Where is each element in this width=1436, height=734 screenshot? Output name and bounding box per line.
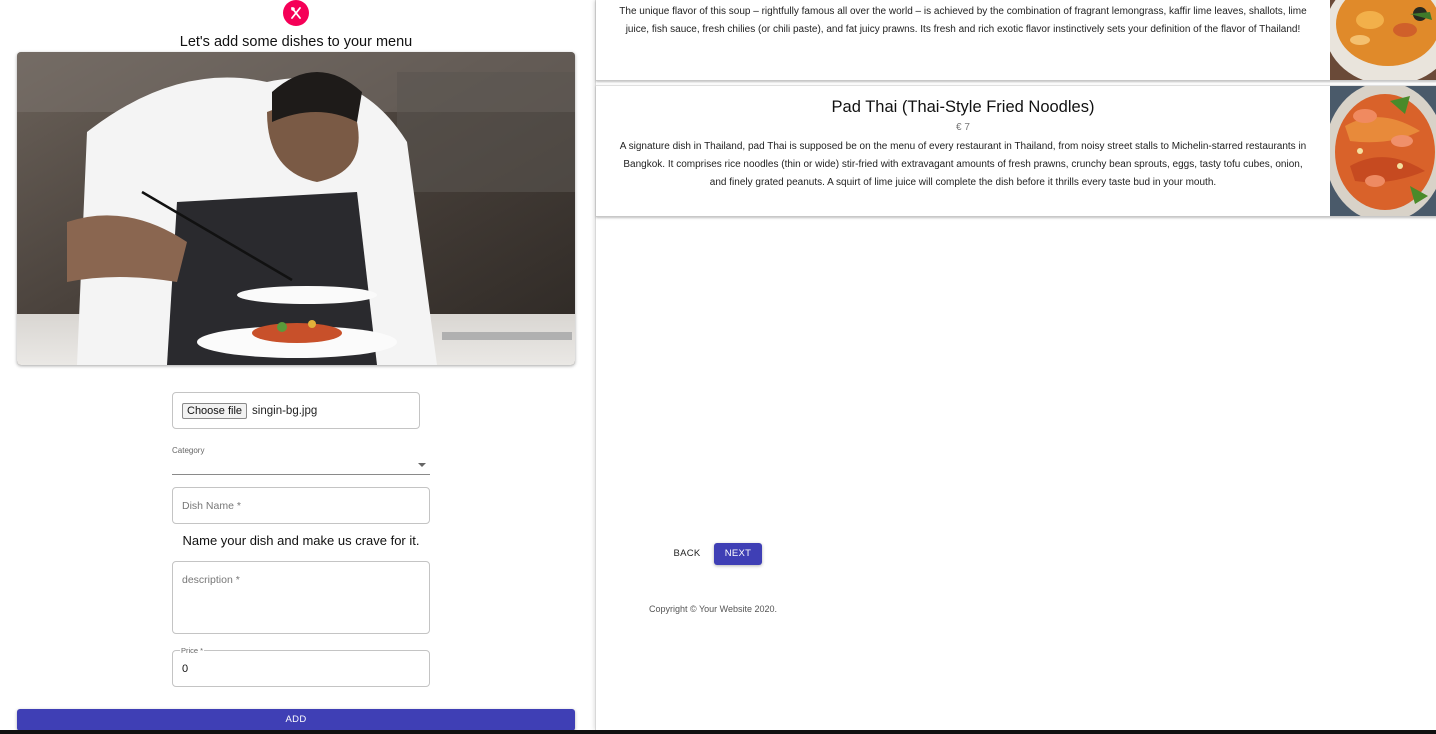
choose-file-button[interactable]: Choose file — [182, 402, 248, 419]
dish-name-hint: Name your dish and make us crave for it. — [182, 533, 420, 548]
menu-preview-panel: The unique flavor of this soup – rightfu… — [595, 0, 1436, 730]
file-upload-field[interactable]: Choose file singin-bg.jpg — [172, 392, 420, 429]
next-button[interactable]: NEXT — [714, 543, 762, 565]
cutlery-icon — [283, 0, 309, 26]
menu-card-price: € 7 — [956, 122, 970, 133]
dish-name-input[interactable]: Dish Name * — [172, 487, 430, 524]
back-button[interactable]: BACK — [667, 543, 707, 565]
chevron-down-icon — [418, 463, 426, 467]
add-dish-panel: Let's add some dishes to your menu Choos… — [0, 0, 595, 731]
menu-card-title: Pad Thai (Thai-Style Fried Noodles) — [831, 98, 1095, 116]
dish-name-placeholder: Dish Name * — [182, 500, 241, 512]
pad-thai-photo — [1330, 86, 1436, 216]
file-name: singin-bg.jpg — [252, 404, 318, 417]
page: Let's add some dishes to your menu Choos… — [0, 0, 1436, 734]
menu-card[interactable]: Pad Thai (Thai-Style Fried Noodles) € 7 … — [596, 85, 1436, 217]
description-placeholder: description * — [182, 574, 240, 586]
menu-card-text: The unique flavor of this soup – rightfu… — [614, 3, 1312, 39]
chef-hero-image — [17, 52, 575, 365]
form-heading: Let's add some dishes to your menu — [179, 34, 413, 50]
menu-card-text: Pad Thai (Thai-Style Fried Noodles) € 7 … — [614, 98, 1312, 192]
menu-card-description: A signature dish in Thailand, pad Thai i… — [619, 141, 1307, 188]
description-input[interactable]: description * — [172, 561, 430, 634]
price-label: Price * — [180, 646, 205, 655]
window-bottom-edge — [0, 730, 1436, 734]
copyright: Copyright © Your Website 2020. — [649, 604, 778, 614]
price-value: 0 — [182, 663, 189, 675]
soup-photo — [1330, 0, 1436, 80]
add-button[interactable]: ADD — [17, 709, 575, 731]
menu-card[interactable]: The unique flavor of this soup – rightfu… — [596, 0, 1436, 81]
menu-card-description: The unique flavor of this soup – rightfu… — [619, 6, 1307, 35]
category-select[interactable] — [172, 457, 430, 475]
category-label: Category — [172, 446, 205, 455]
price-input[interactable]: 0 — [172, 650, 430, 687]
